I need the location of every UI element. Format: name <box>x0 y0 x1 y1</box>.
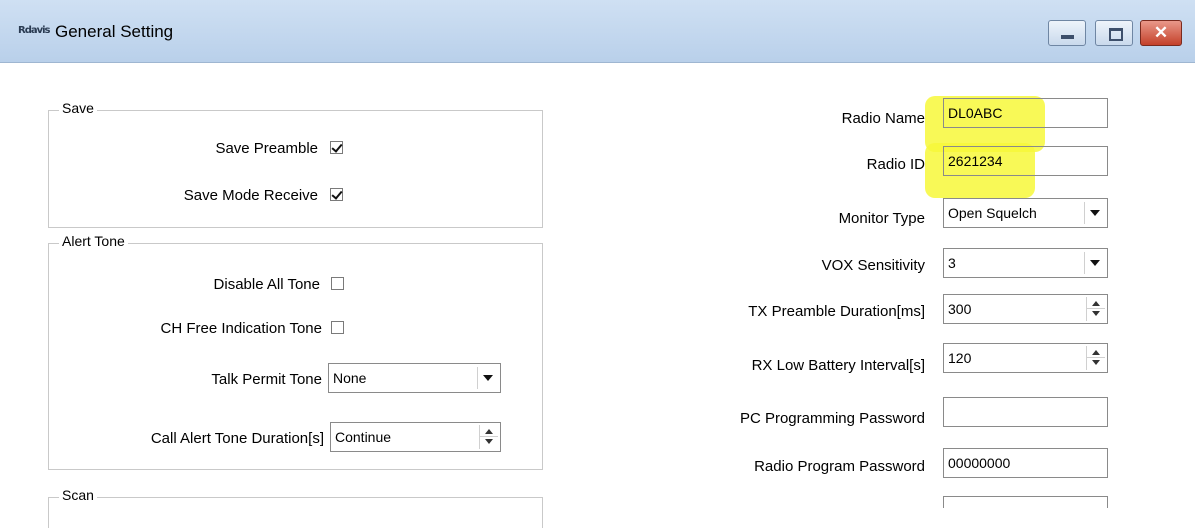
disable-all-tone-label: Disable All Tone <box>213 276 320 293</box>
chevron-down-icon[interactable] <box>1084 252 1105 274</box>
vox-sensitivity-label: VOX Sensitivity <box>821 257 925 274</box>
alert-tone-group-legend: Alert Tone <box>59 233 128 249</box>
ch-free-indication-tone-label: CH Free Indication Tone <box>160 320 322 337</box>
call-alert-tone-duration-label: Call Alert Tone Duration[s] <box>150 430 324 447</box>
rx-low-battery-interval-spinbox[interactable]: 120 <box>943 343 1108 373</box>
monitor-type-value: Open Squelch <box>948 205 1037 221</box>
call-alert-tone-duration-value: Continue <box>335 429 392 445</box>
save-preamble-checkbox[interactable] <box>330 141 343 154</box>
disable-all-tone-checkbox[interactable] <box>331 277 344 290</box>
scan-group-legend: Scan <box>59 487 97 503</box>
radio-name-label: Radio Name <box>841 110 925 127</box>
vox-sensitivity-select[interactable]: 3 <box>943 248 1108 278</box>
minimize-button[interactable] <box>1048 20 1086 46</box>
radio-program-password-label: Radio Program Password <box>754 458 925 475</box>
radio-program-password-input[interactable]: 00000000 <box>943 448 1108 478</box>
title-bar: Rdavis General Setting ✕ <box>0 0 1195 63</box>
tx-preamble-duration-value: 300 <box>948 301 972 317</box>
vox-sensitivity-value: 3 <box>948 255 956 271</box>
pc-programming-password-input[interactable] <box>943 397 1108 427</box>
rx-low-battery-interval-label: RX Low Battery Interval[s] <box>751 357 925 374</box>
chevron-down-icon[interactable] <box>477 367 498 389</box>
monitor-type-select[interactable]: Open Squelch <box>943 198 1108 228</box>
tx-preamble-duration-spinbox[interactable]: 300 <box>943 294 1108 324</box>
close-icon: ✕ <box>1153 23 1169 42</box>
monitor-type-label: Monitor Type <box>838 210 925 227</box>
save-mode-receive-label: Save Mode Receive <box>183 187 318 204</box>
save-preamble-label: Save Preamble <box>215 140 318 157</box>
save-mode-receive-checkbox[interactable] <box>330 188 343 201</box>
next-field-partial[interactable] <box>943 496 1108 508</box>
close-button[interactable]: ✕ <box>1140 20 1182 46</box>
chevron-down-icon[interactable] <box>1084 202 1105 224</box>
spinner-arrows-icon[interactable] <box>1086 346 1105 370</box>
radio-name-value: DL0ABC <box>948 105 1003 121</box>
spinner-arrows-icon[interactable] <box>1086 297 1105 321</box>
maximize-button[interactable] <box>1095 20 1133 46</box>
app-icon: Rdavis <box>18 25 51 36</box>
ch-free-indication-tone-checkbox[interactable] <box>331 321 344 334</box>
window-title: General Setting <box>55 22 174 41</box>
radio-id-value: 2621234 <box>948 153 1003 169</box>
save-group-legend: Save <box>59 100 97 116</box>
talk-permit-tone-label: Talk Permit Tone <box>211 371 322 388</box>
radio-id-input[interactable]: 2621234 <box>943 146 1108 176</box>
talk-permit-tone-select[interactable]: None <box>328 363 501 393</box>
call-alert-tone-duration-spinbox[interactable]: Continue <box>330 422 501 452</box>
talk-permit-tone-value: None <box>333 370 367 386</box>
save-group: Save <box>48 100 543 228</box>
spinner-arrows-icon[interactable] <box>479 425 498 449</box>
pc-programming-password-label: PC Programming Password <box>739 410 925 427</box>
tx-preamble-duration-label: TX Preamble Duration[ms] <box>748 303 925 320</box>
radio-name-input[interactable]: DL0ABC <box>943 98 1108 128</box>
radio-program-password-value: 00000000 <box>948 455 1011 471</box>
radio-id-label: Radio ID <box>866 156 925 173</box>
rx-low-battery-interval-value: 120 <box>948 350 972 366</box>
